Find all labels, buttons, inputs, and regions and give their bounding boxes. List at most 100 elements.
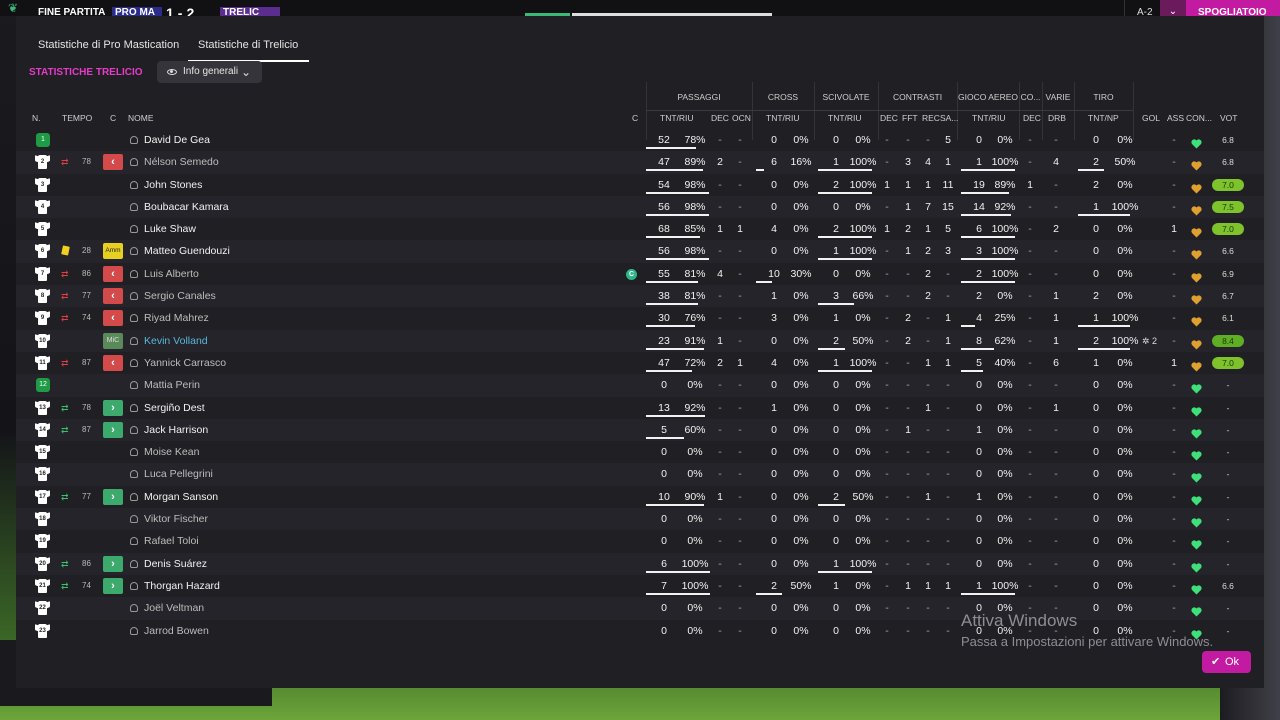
table-row[interactable]: 8 ⇄ 77 ‹ Sergio Canales 38 81% 1 0% 3 66% 2 0% 2 0% - - -… xyxy=(16,285,1264,308)
shirt-icon: 6 xyxy=(35,244,50,259)
table-row[interactable]: 18 Viktor Fischer 0 0% 0 0% 0 0% 0 0% 0 0% - - - - - - - - -… xyxy=(16,508,1264,531)
col-pass-ocn[interactable]: OCN xyxy=(732,113,751,123)
tab-trelicio[interactable]: Statistiche di Trelicio xyxy=(198,39,298,51)
player-icon xyxy=(130,581,138,590)
player-name[interactable]: Rafael Toloi xyxy=(144,530,199,552)
table-row[interactable]: 10 MiC Kevin Volland 23 91% 0 0% 2 50% 8 62% 2 100% 1… xyxy=(16,329,1264,352)
table-row[interactable]: 13 ⇄ 78 › Sergiño Dest 13 92% 1 0% 0 0% 0 0% 0 0% - - - -1… xyxy=(16,397,1264,419)
player-name[interactable]: Moise Kean xyxy=(144,441,199,463)
tab-pro-mastication[interactable]: Statistiche di Pro Mastication xyxy=(38,39,179,51)
table-row[interactable]: 17 ⇄ 77 › Morgan Sanson 10 90% 0 0% 2 50% 1 0% 0 0% 1- -… xyxy=(16,486,1264,508)
table-row[interactable]: 5 Luke Shaw 68 85% 4 0% 2 100% 6 100% 0 0% 1 1 1 2 1 5-2 1… xyxy=(16,218,1264,240)
table-row[interactable]: 3 John Stones 54 98% 0 0% 2 100% 19 89% 2 0% - -1 1 1 11… xyxy=(16,174,1264,196)
player-name[interactable]: Kevin Volland xyxy=(144,330,208,352)
end-match-button[interactable]: FINE PARTITA xyxy=(38,8,105,17)
col-n[interactable]: N. xyxy=(32,113,41,123)
col-nome[interactable]: NOME xyxy=(128,113,154,123)
match-topbar: ❦ FINE PARTITA PRO MA 1-2 TRELIC A-2 ⌄ S… xyxy=(0,0,1280,16)
view-select[interactable]: Info generali ⌄ xyxy=(157,61,262,83)
zoom-control[interactable]: A-2 xyxy=(1124,0,1160,16)
player-name[interactable]: Jack Harrison xyxy=(144,419,208,441)
table-row[interactable]: 9 ⇄ 74 ‹ Riyad Mahrez 30 76% 3 0% 1 0% 4 25% 1 100% - - -… xyxy=(16,307,1264,329)
table-row[interactable]: 11 ⇄ 87 ‹ Yannick Carrasco 47 72% 4 0% 1 100% 5 40% 1… xyxy=(16,352,1264,374)
shirt-number: 9 xyxy=(40,315,45,322)
player-name[interactable]: Sergiño Dest xyxy=(144,397,205,419)
cell-shots-count: 0 xyxy=(1093,513,1099,526)
12: - xyxy=(1028,468,1032,481)
10: - xyxy=(926,423,930,436)
player-name[interactable]: Denis Suárez xyxy=(144,553,207,575)
col-gol[interactable]: GOL xyxy=(1142,113,1160,123)
12: - xyxy=(946,468,950,481)
shirt-icon: 15 xyxy=(35,445,50,460)
col-con-dec[interactable]: DEC xyxy=(880,113,898,123)
player-name[interactable]: Nélson Semedo xyxy=(144,151,219,173)
player-name[interactable]: Joël Veltman xyxy=(144,597,204,619)
player-name[interactable]: Mattia Perin xyxy=(144,374,200,396)
10: - xyxy=(885,356,889,369)
10: - xyxy=(906,379,910,392)
table-row[interactable]: 1 David De Gea 52 78% 0 0% 0 0% 0 0% 0 0% - - - - -5- - -6… xyxy=(16,129,1264,151)
col-vot[interactable]: VOT xyxy=(1220,113,1237,123)
table-row[interactable]: 15 Moise Kean 0 0% 0 0% 0 0% 0 0% 0 0% - - - - - - - - - - xyxy=(16,441,1264,463)
cell-crosses-count: 0 xyxy=(771,334,777,347)
cell-crosses-pct: 50% xyxy=(790,579,812,592)
player-name[interactable]: Yannick Carrasco xyxy=(144,352,226,374)
player-name[interactable]: John Stones xyxy=(144,174,202,196)
player-name[interactable]: Boubacar Kamara xyxy=(144,196,229,218)
12: - xyxy=(1172,513,1176,526)
col-drb[interactable]: DRB xyxy=(1048,113,1066,123)
table-row[interactable]: 21 ⇄ 74 › Thorgan Hazard 7 100% 2 50% 1 0% 1 100% 0 0%… xyxy=(16,575,1264,597)
player-name[interactable]: Sergio Canales xyxy=(144,285,216,307)
table-row[interactable]: 16 Luca Pellegrini 0 0% 0 0% 0 0% 0 0% 0 0% - - - - - - - -… xyxy=(16,463,1264,486)
col-tempo[interactable]: TEMPO xyxy=(62,113,92,123)
col-sciv-tnt[interactable]: TNT/RIU xyxy=(828,113,862,123)
col-pass-dec[interactable]: DEC xyxy=(711,113,729,123)
table-row[interactable]: 2 ⇄ 78 ‹ Nélson Semedo 47 89% 6 16% 1 100% 1 100% 2 50… xyxy=(16,151,1264,174)
player-name[interactable]: Morgan Sanson xyxy=(144,486,218,508)
col-tiro-tnt[interactable]: TNT/NP xyxy=(1088,113,1119,123)
col-co-dec[interactable]: DEC xyxy=(1023,113,1041,123)
bar-headers xyxy=(961,369,983,372)
table-row[interactable]: 20 ⇄ 86 › Denis Suárez 6 100% 0 0% 1 100% 0 0% 0 0% - - -… xyxy=(16,552,1264,575)
col-con-rec[interactable]: REC xyxy=(922,113,940,123)
player-name[interactable]: Jarrod Bowen xyxy=(144,620,209,642)
col-ass[interactable]: ASS xyxy=(1167,113,1184,123)
col-aereo-tnt[interactable]: TNT/RIU xyxy=(972,113,1006,123)
cell-crosses-count: 1 xyxy=(771,290,777,303)
col-c[interactable]: C xyxy=(110,113,116,123)
player-name[interactable]: David De Gea xyxy=(144,129,210,151)
player-name[interactable]: Luca Pellegrini xyxy=(144,463,213,485)
12: - xyxy=(1028,490,1032,503)
table-row[interactable]: 12 Mattia Perin 0 0% 0 0% 0 0% 0 0% 0 0% - - - - - - - - - - xyxy=(16,374,1264,397)
table-row[interactable]: 7 ⇄ 86 ‹ Luis Alberto C 55 81% 10 30% 0 0% 2 100% 0 0% 4… xyxy=(16,263,1264,285)
col-con[interactable]: CON... xyxy=(1186,113,1212,123)
table-row[interactable]: 19 Rafael Toloi 0 0% 0 0% 0 0% 0 0% 0 0% - - - - - - - - - - xyxy=(16,530,1264,552)
shirt-number: 15 xyxy=(39,449,46,456)
player-name[interactable]: Viktor Fischer xyxy=(144,508,208,530)
table-row[interactable]: 14 ⇄ 87 › Jack Harrison 5 60% 0 0% 0 0% 1 0% 0 0% - - -1-… xyxy=(16,418,1264,442)
col-con-sa[interactable]: SA... xyxy=(940,113,958,123)
player-name[interactable]: Luke Shaw xyxy=(144,218,196,240)
col-c2[interactable]: C xyxy=(632,113,638,123)
12: 5 xyxy=(945,223,951,236)
table-row[interactable]: 4 Boubacar Kamara 56 98% 0 0% 0 0% 14 92% 1 100% - - -… xyxy=(16,195,1264,219)
chevron-down-icon[interactable]: ⌄ xyxy=(1160,0,1186,16)
table-row[interactable]: 6 28 Amm Matteo Guendouzi 56 98% 0 0% 1 100% 3 100%… xyxy=(16,240,1264,263)
col-con-fft[interactable]: FFT xyxy=(902,113,918,123)
12: - xyxy=(738,379,742,392)
col-pass-tnt[interactable]: TNT/RIU xyxy=(660,113,694,123)
bar-passes xyxy=(646,503,704,506)
bar-shots xyxy=(1078,213,1130,216)
col-cross-tnt[interactable]: TNT/RIU xyxy=(766,113,800,123)
cell-crosses-count: 0 xyxy=(771,200,777,213)
player-name[interactable]: Riyad Mahrez xyxy=(144,307,209,329)
ok-button[interactable]: ✔ Ok xyxy=(1202,651,1251,673)
condition-heart-icon xyxy=(1191,313,1202,327)
player-name[interactable]: Matteo Guendouzi xyxy=(144,240,230,262)
rating-badge: - xyxy=(1226,402,1230,413)
player-name[interactable]: Luis Alberto xyxy=(144,263,199,285)
cell-tackles-pct: 0% xyxy=(855,579,871,592)
player-name[interactable]: Thorgan Hazard xyxy=(144,575,220,597)
dressing-room-button[interactable]: SPOGLIATOIO xyxy=(1186,0,1280,16)
